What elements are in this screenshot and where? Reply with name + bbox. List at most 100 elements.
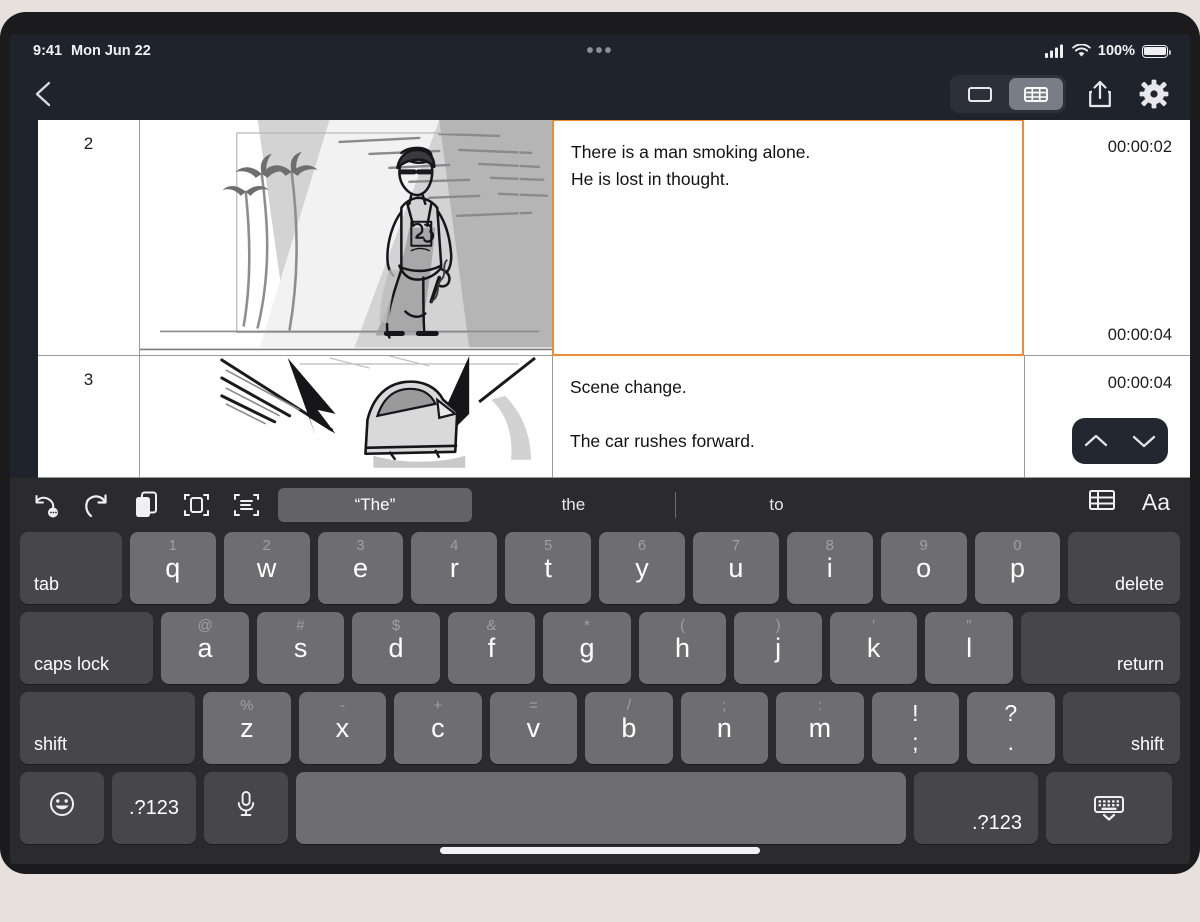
key-secondary-label: 3 bbox=[356, 537, 365, 554]
key-tab[interactable]: tab bbox=[20, 532, 122, 604]
key-k[interactable]: ' k bbox=[829, 612, 918, 684]
key-emoji[interactable] bbox=[20, 772, 104, 844]
text-format-button[interactable]: Aa bbox=[1142, 489, 1170, 516]
key-dictation[interactable] bbox=[204, 772, 288, 844]
key-caps-lock[interactable]: caps lock bbox=[20, 612, 154, 684]
key-main-label: n bbox=[716, 712, 732, 743]
key-j[interactable]: ) j bbox=[734, 612, 822, 684]
key-main-label: u bbox=[728, 552, 744, 583]
key-main-label: h bbox=[675, 632, 691, 663]
status-bar: 9:41 Mon Jun 22 ••• 100% bbox=[10, 34, 1190, 68]
settings-button[interactable] bbox=[1134, 74, 1174, 114]
chevron-up-icon[interactable] bbox=[1082, 431, 1110, 451]
key-secondary-label: ; bbox=[722, 697, 727, 714]
device-screen: 9:41 Mon Jun 22 ••• 100% 2 There is a ma… bbox=[10, 34, 1190, 864]
key-numbers-left[interactable]: .?123 bbox=[112, 772, 196, 844]
key-x[interactable]: - x bbox=[298, 692, 387, 764]
row-number-cell: 3 bbox=[38, 356, 140, 478]
key-dismiss-keyboard[interactable] bbox=[1046, 772, 1172, 844]
key-l[interactable]: " l bbox=[925, 612, 1013, 684]
undo-icon[interactable] bbox=[32, 490, 60, 520]
status-bar-left: 9:41 Mon Jun 22 bbox=[33, 43, 151, 59]
prediction-candidate[interactable]: to bbox=[674, 488, 878, 522]
key-main-label: r bbox=[449, 552, 459, 583]
share-button[interactable] bbox=[1080, 74, 1120, 114]
key-shift-right[interactable]: shift bbox=[1062, 692, 1180, 764]
back-chevron-icon bbox=[35, 81, 51, 107]
row-image-cell[interactable] bbox=[140, 356, 553, 478]
prediction-candidate[interactable]: the bbox=[472, 488, 675, 522]
table-row[interactable]: 2 There is a man smoking alone. He is lo… bbox=[38, 120, 1190, 356]
key-secondary-label: 6 bbox=[637, 537, 647, 554]
key-e[interactable]: 3 e bbox=[317, 532, 404, 604]
key-h[interactable]: ( h bbox=[638, 612, 727, 684]
key-main-label: q bbox=[165, 552, 181, 583]
scan-text-icon[interactable] bbox=[232, 490, 260, 520]
row-text-cell[interactable]: Scene change. The car rushes forward. bbox=[553, 356, 1025, 478]
key-s[interactable]: # s bbox=[256, 612, 345, 684]
key-secondary-label: 8 bbox=[825, 537, 834, 554]
row-time-cell[interactable]: 00:00:02 00:00:04 bbox=[1024, 120, 1190, 356]
keyboard-toolbar: “The” the to Aa bbox=[10, 478, 1190, 532]
redo-icon[interactable] bbox=[82, 490, 110, 520]
scan-document-icon[interactable] bbox=[182, 490, 210, 520]
key-g[interactable]: * g bbox=[543, 612, 631, 684]
back-button[interactable] bbox=[26, 76, 62, 112]
key-w[interactable]: 2 w bbox=[223, 532, 310, 604]
cell-navigation-pill[interactable] bbox=[1072, 418, 1168, 464]
share-icon bbox=[1089, 80, 1111, 108]
row-text-line: Scene change. bbox=[570, 377, 687, 397]
key-secondary-label: 0 bbox=[1013, 537, 1022, 554]
key-o[interactable]: 9 o bbox=[880, 532, 967, 604]
row-text-line-blank bbox=[570, 401, 1008, 428]
wifi-icon bbox=[1072, 44, 1091, 57]
key-question-period[interactable]: ? . bbox=[967, 692, 1055, 764]
keyboard-row-4: .?123 .?123 bbox=[20, 772, 1180, 844]
insert-table-icon[interactable] bbox=[1088, 488, 1116, 517]
key-v[interactable]: = v bbox=[489, 692, 578, 764]
key-q[interactable]: 1 q bbox=[129, 532, 216, 604]
storyboard-table[interactable]: 2 There is a man smoking alone. He is lo… bbox=[10, 120, 1190, 478]
key-main-label: e bbox=[352, 552, 368, 583]
key-main-label: k bbox=[866, 632, 881, 663]
key-d[interactable]: $ d bbox=[352, 612, 440, 684]
predictive-text-bar[interactable]: “The” the to bbox=[278, 484, 878, 526]
key-t[interactable]: 5 t bbox=[505, 532, 592, 604]
view-mode-segmented-control[interactable] bbox=[950, 75, 1066, 113]
key-a[interactable]: @ a bbox=[161, 612, 249, 684]
key-shift-left[interactable]: shift bbox=[20, 692, 196, 764]
key-main-label: g bbox=[579, 632, 595, 663]
chevron-down-icon[interactable] bbox=[1130, 431, 1158, 451]
key-delete[interactable]: delete bbox=[1068, 532, 1181, 604]
home-indicator bbox=[440, 847, 760, 854]
on-screen-keyboard[interactable]: “The” the to Aa tab 1 q 2 w 3 e 4 r 5 t … bbox=[10, 478, 1190, 864]
key-main-label: c bbox=[431, 712, 445, 743]
keyboard-toolbar-icons bbox=[10, 490, 260, 520]
key-secondary-label: / bbox=[626, 697, 631, 714]
row-image-cell[interactable] bbox=[140, 120, 553, 356]
key-secondary-label: * bbox=[584, 617, 590, 634]
table-row[interactable]: 3 Scene change. The car rushes forward. … bbox=[38, 356, 1190, 478]
key-r[interactable]: 4 r bbox=[411, 532, 498, 604]
key-m[interactable]: : m bbox=[776, 692, 864, 764]
keyboard-toolbar-right: Aa bbox=[1088, 488, 1170, 517]
key-return[interactable]: return bbox=[1020, 612, 1180, 684]
row-text-line: There is a man smoking alone. bbox=[571, 142, 811, 162]
key-u[interactable]: 7 u bbox=[692, 532, 779, 604]
key-i[interactable]: 8 i bbox=[786, 532, 873, 604]
key-y[interactable]: 6 y bbox=[599, 532, 685, 604]
key-f[interactable]: & f bbox=[447, 612, 536, 684]
key-p[interactable]: 0 p bbox=[974, 532, 1061, 604]
row-text-cell[interactable]: There is a man smoking alone. He is lost… bbox=[552, 120, 1024, 356]
key-b[interactable]: / b bbox=[585, 692, 673, 764]
key-z[interactable]: % z bbox=[203, 692, 291, 764]
prediction-candidate[interactable]: “The” bbox=[278, 488, 472, 522]
paste-icon[interactable] bbox=[132, 490, 160, 520]
view-mode-grid-button[interactable] bbox=[1009, 78, 1063, 110]
key-numbers-right[interactable]: .?123 bbox=[914, 772, 1038, 844]
key-exclamation-semicolon[interactable]: ! ; bbox=[871, 692, 960, 764]
key-c[interactable]: + c bbox=[394, 692, 482, 764]
view-mode-single-button[interactable] bbox=[953, 78, 1007, 110]
key-space[interactable] bbox=[296, 772, 906, 844]
key-n[interactable]: ; n bbox=[680, 692, 769, 764]
